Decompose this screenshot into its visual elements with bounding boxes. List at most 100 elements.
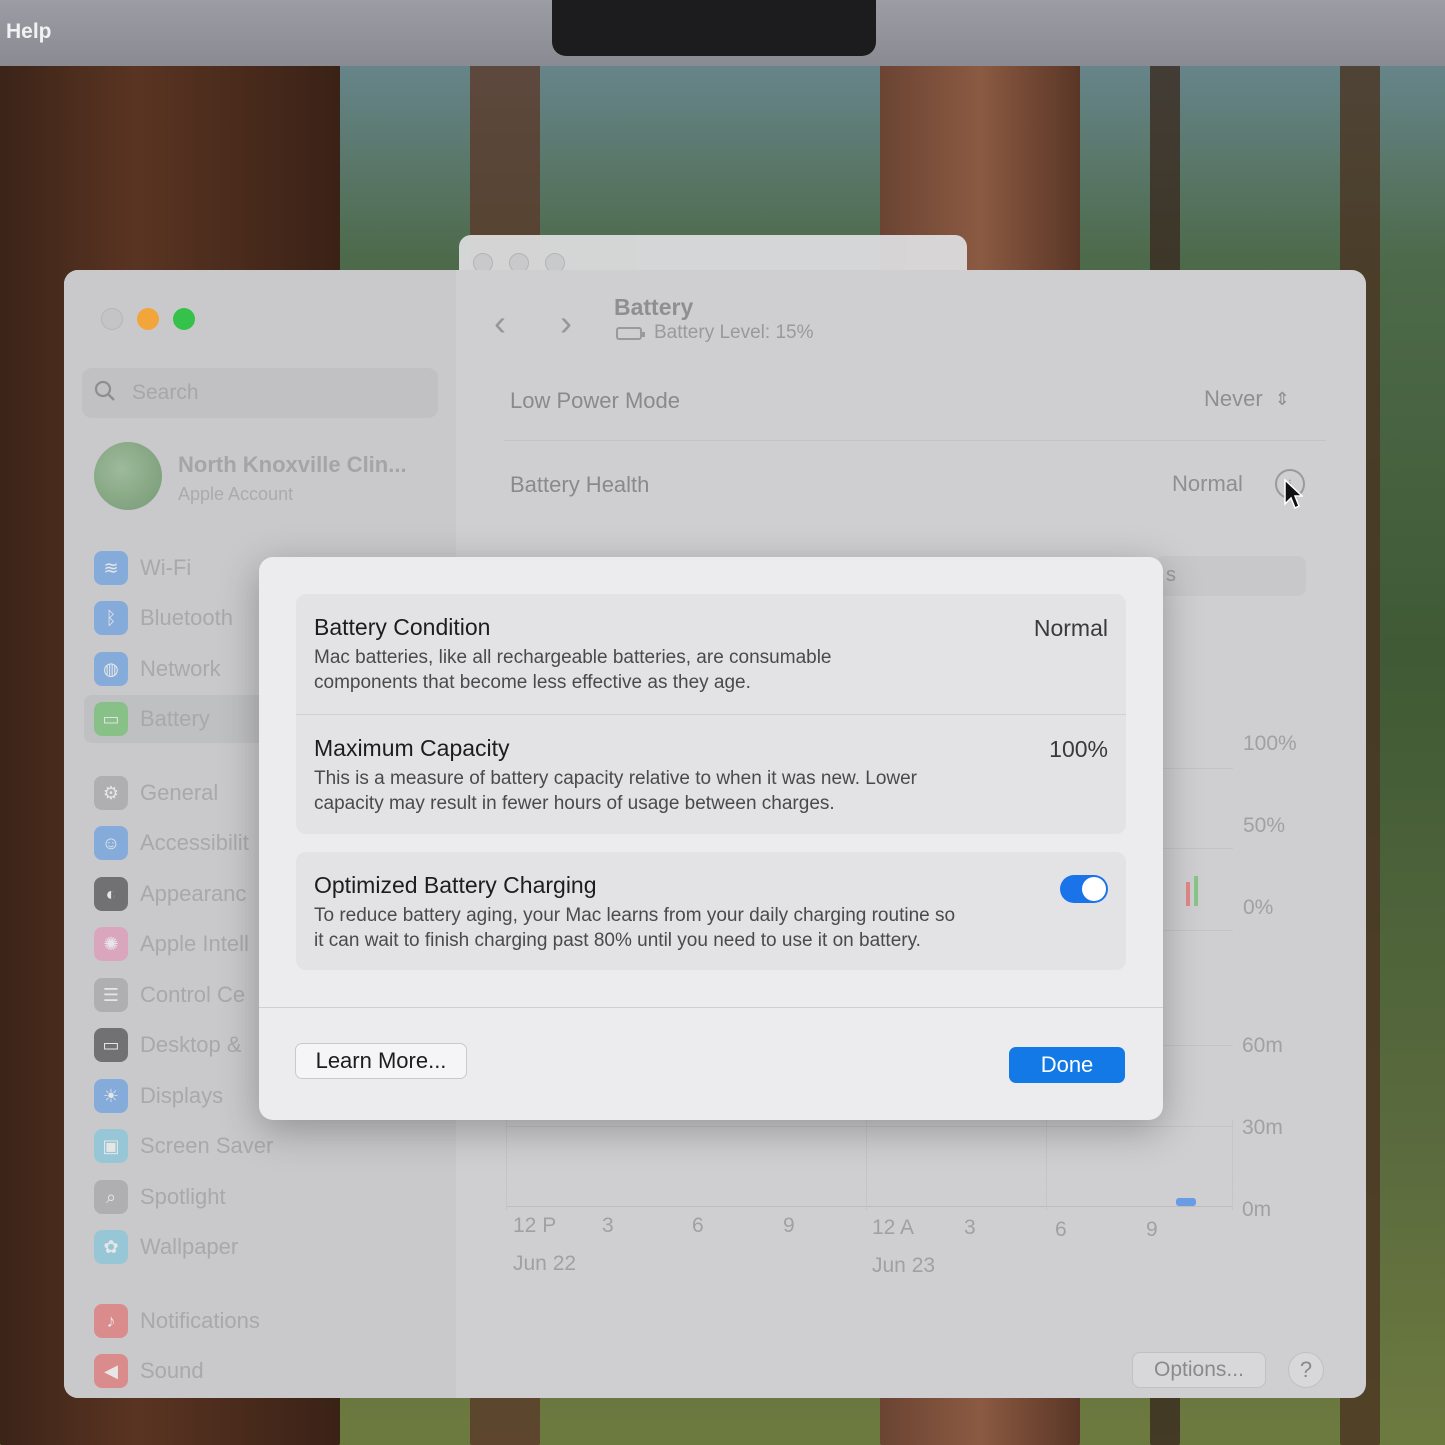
done-button[interactable]: Done (1009, 1047, 1125, 1083)
chart-tick-label: 60m (1242, 1034, 1283, 1057)
chart-gridline (506, 1206, 1233, 1207)
chart-date-label: Jun 22 (513, 1252, 577, 1275)
chart-x-tick: 6 (1055, 1218, 1067, 1241)
chart-tick-label: 0m (1242, 1198, 1272, 1221)
battery-icon (616, 326, 645, 340)
sun-icon: ☀ (94, 1079, 128, 1113)
apple-intelligence-icon: ✺ (94, 927, 128, 961)
sidebar-item-notifications[interactable]: ♪ Notifications (94, 1301, 260, 1341)
sidebar-item-control-center[interactable]: ☰ Control Ce (94, 975, 245, 1015)
sidebar-item-desktop[interactable]: ▭ Desktop & (94, 1025, 242, 1065)
sidebar-item-label: Spotlight (140, 1184, 226, 1209)
options-button[interactable]: Options... (1132, 1352, 1266, 1388)
control-center-icon: ☰ (94, 978, 128, 1012)
sidebar-item-label: Accessibilit (140, 830, 249, 855)
low-power-select[interactable]: Never ⇕ (1204, 386, 1290, 412)
close-button[interactable] (101, 308, 123, 330)
zoom-button[interactable] (173, 308, 195, 330)
chart-gridline (1046, 1120, 1047, 1210)
sidebar-item-wallpaper[interactable]: ✿ Wallpaper (94, 1227, 238, 1267)
account-subtitle: Apple Account (178, 484, 294, 504)
battery-health-label: Battery Health (510, 472, 650, 497)
sidebar-item-label: Appearanc (140, 881, 247, 906)
sidebar-item-screen-saver[interactable]: ▣ Screen Saver (94, 1126, 273, 1166)
sidebar-item-accessibility[interactable]: ☺ Accessibilit (94, 823, 249, 863)
sidebar-item-label: Wallpaper (140, 1234, 239, 1259)
sidebar-item-apple-intelligence[interactable]: ✺ Apple Intell (94, 924, 249, 964)
chart-bar (1176, 1198, 1196, 1206)
globe-icon: ◍ (94, 652, 128, 686)
sidebar-item-spotlight[interactable]: ⌕ Spotlight (94, 1177, 226, 1217)
chart-bar (1194, 876, 1198, 906)
sidebar-item-label: Displays (140, 1083, 224, 1108)
tab-fragment-label: s (1166, 564, 1176, 586)
battery-health-sheet: Battery Condition Normal Mac batteries, … (259, 557, 1163, 1120)
battery-health-value: Normal (1172, 471, 1243, 496)
segmented-control[interactable]: s (1156, 556, 1306, 596)
sidebar-item-general[interactable]: ⚙ General (94, 773, 218, 813)
chart-x-tick: 12 A (872, 1216, 915, 1239)
sidebar-item-label: Screen Saver (140, 1133, 274, 1158)
sidebar-item-sound[interactable]: ◀ Sound (94, 1351, 204, 1391)
optimized-charging-group: Optimized Battery Charging To reduce bat… (296, 852, 1126, 970)
optimized-charging-toggle[interactable] (1060, 875, 1108, 903)
chart-x-tick: 3 (964, 1216, 976, 1239)
search-icon (94, 380, 115, 401)
maximum-capacity-title: Maximum Capacity (314, 735, 510, 761)
screen-saver-icon: ▣ (94, 1129, 128, 1163)
back-chevron-icon[interactable]: ‹ (494, 302, 506, 344)
battery-level-text: Battery Level: 15% (654, 322, 814, 343)
divider (296, 714, 1126, 715)
gear-icon: ⚙ (94, 776, 128, 810)
battery-level: Battery Level: 15% (616, 322, 813, 344)
account-name: North Knoxville Clin... (178, 452, 407, 477)
chart-tick-label: 30m (1242, 1116, 1283, 1139)
chart-x-tick: 6 (692, 1214, 704, 1237)
bell-icon: ♪ (94, 1304, 128, 1338)
learn-more-button[interactable]: Learn More... (295, 1043, 467, 1079)
chart-tick-label: 50% (1243, 814, 1286, 837)
optimized-charging-desc: it can wait to finish charging past 80% … (314, 930, 921, 951)
avatar (94, 442, 162, 510)
battery-condition-title: Battery Condition (314, 614, 491, 640)
sidebar-item-label: General (140, 780, 219, 805)
sidebar-item-displays[interactable]: ☀ Displays (94, 1076, 223, 1116)
flower-icon: ✿ (94, 1230, 128, 1264)
maximum-capacity-value: 100% (1049, 736, 1108, 762)
chart-gridline (506, 1120, 507, 1210)
page-title: Battery (614, 294, 694, 320)
maximum-capacity-desc: capacity may result in fewer hours of us… (314, 793, 835, 814)
divider (259, 1007, 1163, 1008)
battery-condition-desc: components that become less effective as… (314, 672, 751, 693)
updown-chevron-icon: ⇕ (1274, 388, 1290, 409)
help-button[interactable]: ? (1288, 1352, 1324, 1388)
chart-gridline (866, 1120, 867, 1210)
search-placeholder: Search (132, 381, 199, 404)
sidebar-item-network[interactable]: ◍ Network (94, 649, 221, 689)
sidebar-item-label: Control Ce (140, 982, 246, 1007)
battery-icon: ▭ (94, 702, 128, 736)
sidebar-item-wifi[interactable]: ≋ Wi-Fi (94, 548, 191, 588)
sidebar-item-label: Network (140, 656, 221, 681)
battery-condition-value: Normal (1033, 615, 1108, 641)
chart-bar (1186, 882, 1190, 906)
low-power-value: Never (1204, 386, 1263, 411)
minimize-button[interactable] (137, 308, 159, 330)
sidebar-item-appearance[interactable]: ◐ Appearanc (94, 874, 246, 914)
forward-chevron-icon[interactable]: › (560, 302, 572, 344)
sidebar-item-label: Battery (140, 706, 210, 731)
sidebar-item-bluetooth[interactable]: ᛒ Bluetooth (94, 598, 233, 638)
magnifier-icon: ⌕ (94, 1180, 128, 1214)
sidebar-item-battery[interactable]: ▭ Battery (94, 699, 210, 739)
optimized-charging-desc: To reduce battery aging, your Mac learns… (314, 905, 956, 926)
sidebar-item-label: Notifications (140, 1308, 260, 1333)
search-field[interactable]: Search (82, 368, 438, 418)
menu-help[interactable]: Help (6, 20, 52, 44)
chart-tick-label: 100% (1243, 732, 1297, 755)
appearance-icon: ◐ (94, 877, 128, 911)
accessibility-icon: ☺ (94, 826, 128, 860)
chart-x-tick: 9 (1146, 1218, 1158, 1241)
camera-notch (552, 0, 876, 56)
wifi-icon: ≋ (94, 551, 128, 585)
maximum-capacity-desc: This is a measure of battery capacity re… (314, 768, 917, 789)
